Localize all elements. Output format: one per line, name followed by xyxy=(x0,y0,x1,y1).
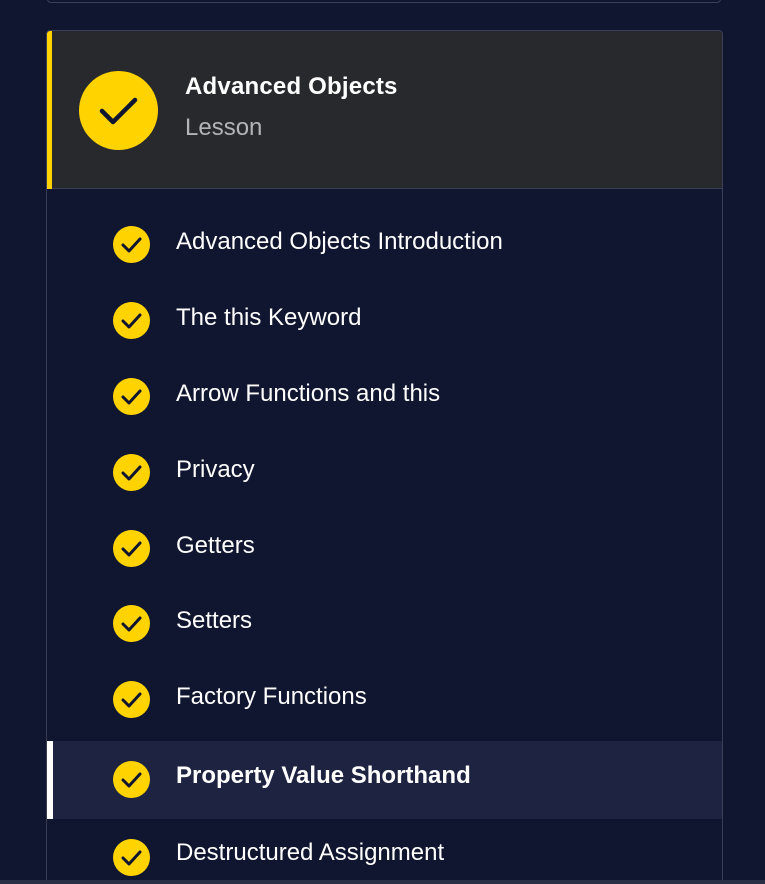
lesson-item[interactable]: Setters xyxy=(47,585,722,661)
lesson-item-label: Property Value Shorthand xyxy=(176,762,471,789)
lesson-header[interactable]: Advanced Objects Lesson xyxy=(47,31,722,189)
lesson-item-label: The this Keyword xyxy=(176,304,362,331)
lesson-item-label: Destructured Assignment xyxy=(176,839,445,866)
lesson-item-label: Getters xyxy=(176,532,255,559)
lesson-item-label: Privacy xyxy=(176,456,255,483)
lesson-item[interactable]: Privacy xyxy=(47,434,722,510)
completed-check-icon xyxy=(113,454,150,491)
lesson-item-active[interactable]: Property Value Shorthand xyxy=(47,741,722,819)
course-syllabus-page: Advanced Objects Lesson Advanced Objects… xyxy=(0,0,765,884)
lesson-item[interactable]: Getters xyxy=(47,510,722,586)
lesson-item[interactable]: Advanced Objects Introduction xyxy=(47,206,722,282)
lesson-panel: Advanced Objects Lesson Advanced Objects… xyxy=(46,30,723,884)
completed-check-icon xyxy=(113,302,150,339)
completed-check-icon xyxy=(113,530,150,567)
completed-check-icon xyxy=(113,605,150,642)
lesson-item[interactable]: Factory Functions xyxy=(47,661,722,737)
lesson-item-label: Arrow Functions and this xyxy=(176,380,441,407)
completed-check-icon xyxy=(113,681,150,718)
lesson-item-label: Factory Functions xyxy=(176,683,367,710)
bottom-divider xyxy=(0,880,765,884)
lesson-item[interactable]: Destructured Assignment xyxy=(47,819,722,884)
completed-check-icon xyxy=(113,839,150,876)
lesson-item[interactable]: Arrow Functions and this xyxy=(47,358,722,434)
lesson-complete-check-icon xyxy=(79,71,158,150)
completed-check-icon xyxy=(113,378,150,415)
lesson-title: Advanced Objects xyxy=(185,73,398,100)
completed-check-icon xyxy=(113,226,150,263)
lesson-item[interactable]: The this Keyword xyxy=(47,282,722,358)
active-indicator-bar xyxy=(47,741,53,819)
header-accent-bar xyxy=(47,31,52,189)
completed-check-icon xyxy=(113,761,150,798)
previous-lesson-card[interactable] xyxy=(47,0,721,3)
lesson-item-label: Setters xyxy=(176,607,253,634)
lesson-type: Lesson xyxy=(185,114,263,141)
lesson-item-label: Advanced Objects Introduction xyxy=(176,228,503,255)
